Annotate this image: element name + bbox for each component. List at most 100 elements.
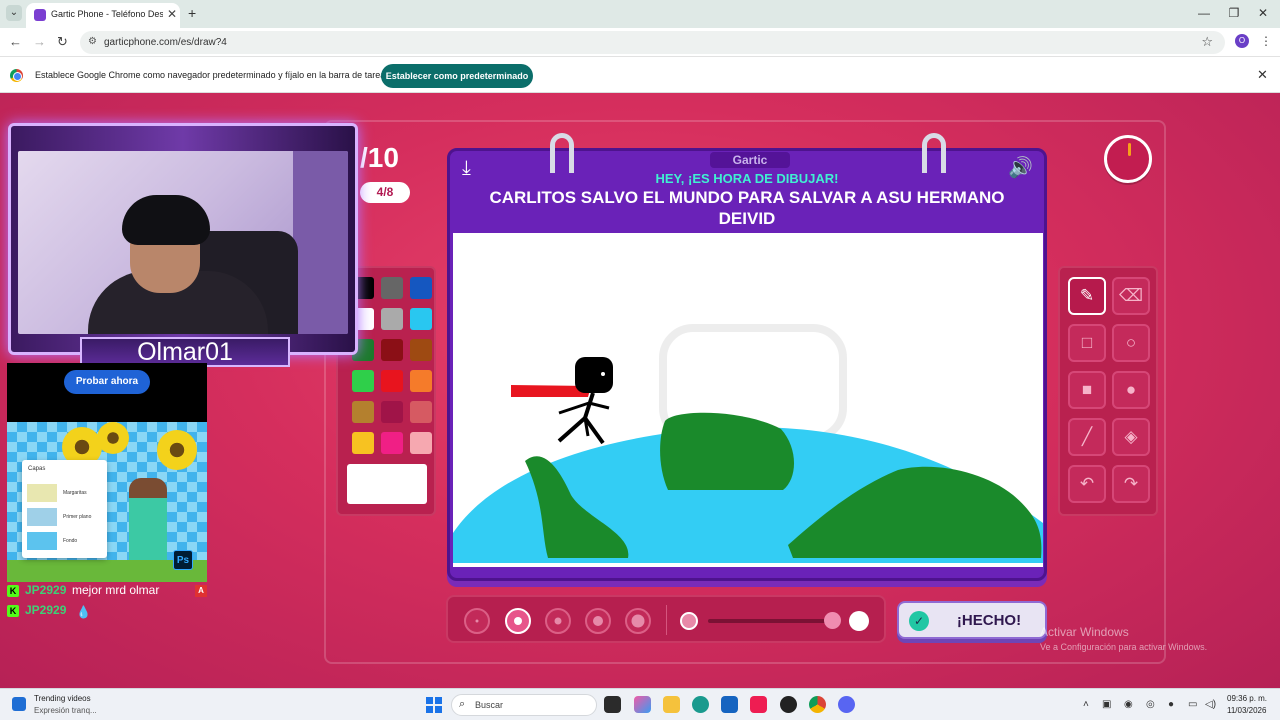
forward-icon[interactable]: → xyxy=(33,34,46,49)
brush-size-1[interactable] xyxy=(464,608,490,634)
color-swatch[interactable] xyxy=(381,339,403,361)
search-icon: ⌕ xyxy=(459,698,466,710)
reload-icon[interactable]: ↻ xyxy=(57,34,68,50)
task-view-icon[interactable] xyxy=(604,696,621,713)
chrome-menu-icon[interactable]: ⋮ xyxy=(1260,34,1272,48)
new-tab-icon[interactable]: + xyxy=(188,5,196,21)
color-swatch[interactable] xyxy=(381,432,403,454)
browser-tab[interactable]: Gartic Phone - Teléfono Descon ✕ xyxy=(26,3,180,28)
brush-size-4[interactable] xyxy=(585,608,611,634)
chrome-taskbar-icon[interactable] xyxy=(809,696,826,713)
layers-chip: Capas xyxy=(24,462,66,477)
line-icon[interactable]: ╱ xyxy=(1068,418,1106,456)
windows-taskbar: Trending videos Expresión tranq... ⌕ Bus… xyxy=(0,688,1280,720)
taskbar-search[interactable]: ⌕ Buscar xyxy=(451,694,597,716)
opacity-slider[interactable] xyxy=(708,619,828,623)
volume-icon[interactable]: ◁) xyxy=(1205,699,1216,710)
pencil-icon[interactable]: ✎ xyxy=(1068,277,1106,315)
color-swatch[interactable] xyxy=(381,277,403,299)
try-now-button[interactable]: Probar ahora xyxy=(64,370,150,394)
file-explorer-icon[interactable] xyxy=(663,696,680,713)
bucket-icon[interactable]: ◈ xyxy=(1112,418,1150,456)
color-swatch[interactable] xyxy=(352,401,374,423)
tab-strip: ⌄ Gartic Phone - Teléfono Descon ✕ + — ❐… xyxy=(0,0,1280,28)
bookmark-star-icon[interactable]: ☆ xyxy=(1201,34,1213,50)
brush-size-3[interactable] xyxy=(545,608,571,634)
edge-icon[interactable] xyxy=(692,696,709,713)
news-title[interactable]: Trending videos xyxy=(34,694,91,703)
minimize-icon[interactable]: — xyxy=(1194,6,1214,20)
kick-badge-icon: K xyxy=(7,605,19,617)
discord-icon[interactable] xyxy=(838,696,855,713)
binder-ring-left xyxy=(550,133,574,173)
ad-person xyxy=(129,478,167,568)
prompt-sentence: CARLITOS SALVO EL MUNDO PARA SALVAR A AS… xyxy=(489,188,1005,228)
address-bar[interactable]: ⚙ garticphone.com/es/draw?4 ☆ xyxy=(80,31,1225,54)
layer-row: Margaritas xyxy=(27,484,107,504)
photoshop-ad[interactable]: Capas Margaritas Primer plano Fondo Ps xyxy=(7,422,207,582)
brush-size-5[interactable] xyxy=(625,608,651,634)
tab-search-icon[interactable]: ⌄ xyxy=(6,5,22,21)
clock-time[interactable]: 09:36 p. m. xyxy=(1227,694,1267,703)
close-window-icon[interactable]: ✕ xyxy=(1253,6,1273,20)
tray-app-icon[interactable]: ◎ xyxy=(1146,699,1155,710)
chat-text: mejor mrd olmar xyxy=(72,583,160,597)
progress-pill: 4/8 xyxy=(360,182,410,203)
binder-ring-right xyxy=(922,133,946,173)
color-swatch[interactable] xyxy=(381,308,403,330)
color-swatch[interactable] xyxy=(352,370,374,392)
round-counter: /10 xyxy=(360,142,399,173)
drawing-card: Gartic ⤓ 🔊 HEY, ¡ES HORA DE DIBUJAR! CAR… xyxy=(447,133,1047,581)
restore-icon[interactable]: ❐ xyxy=(1224,6,1244,20)
watermark-title: Activar Windows xyxy=(1040,625,1129,639)
tray-app-icon[interactable]: ▣ xyxy=(1102,699,1111,710)
tray-chevron-icon[interactable]: ˄ xyxy=(1083,699,1089,710)
tray-app-icon[interactable]: ◉ xyxy=(1124,699,1133,710)
tiktok-icon[interactable] xyxy=(750,696,767,713)
infobar-close-icon[interactable]: ✕ xyxy=(1257,67,1268,83)
drawing xyxy=(453,324,1043,563)
color-swatch[interactable] xyxy=(381,370,403,392)
chat-message: K JP2929 💧 xyxy=(7,602,207,622)
news-widget-icon[interactable] xyxy=(12,697,26,711)
divider xyxy=(666,605,667,635)
circle-outline-icon[interactable]: ○ xyxy=(1112,324,1150,362)
circle-fill-icon[interactable]: ● xyxy=(1112,371,1150,409)
color-swatch[interactable] xyxy=(410,401,432,423)
display-icon[interactable]: ▭ xyxy=(1188,699,1197,710)
color-swatch[interactable] xyxy=(410,277,432,299)
search-placeholder: Buscar xyxy=(475,700,504,710)
color-swatch[interactable] xyxy=(410,432,432,454)
color-swatch[interactable] xyxy=(410,370,432,392)
done-button[interactable]: ✓ ¡HECHO! xyxy=(897,601,1047,639)
kick-badge-icon: K xyxy=(7,585,19,597)
windows-start-icon[interactable] xyxy=(426,697,442,713)
emote-icon: 💧 xyxy=(76,605,91,619)
clock-date[interactable]: 11/03/2026 xyxy=(1227,706,1266,715)
profile-avatar[interactable]: O xyxy=(1235,34,1249,48)
site-info-icon[interactable]: ⚙ xyxy=(88,36,97,47)
tab-title: Gartic Phone - Teléfono Descon xyxy=(51,9,163,19)
app-icon[interactable] xyxy=(780,696,797,713)
color-swatch[interactable] xyxy=(410,308,432,330)
redo-icon[interactable]: ↷ xyxy=(1112,465,1150,503)
rectangle-fill-icon[interactable]: ■ xyxy=(1068,371,1106,409)
moderator-badge-icon: A xyxy=(195,585,207,597)
store-icon[interactable] xyxy=(721,696,738,713)
tab-close-icon[interactable]: ✕ xyxy=(167,7,177,21)
copilot-icon[interactable] xyxy=(634,696,651,713)
color-swatch[interactable] xyxy=(381,401,403,423)
color-swatch[interactable] xyxy=(410,339,432,361)
rectangle-outline-icon[interactable]: □ xyxy=(1068,324,1106,362)
eraser-icon[interactable]: ⌫ xyxy=(1112,277,1150,315)
windows-activation-watermark: Activar Windows Ve a Configuración para … xyxy=(1040,625,1207,652)
color-swatch[interactable] xyxy=(352,432,374,454)
set-default-button[interactable]: Establecer como predeterminado xyxy=(381,64,533,88)
undo-icon[interactable]: ↶ xyxy=(1068,465,1106,503)
opacity-slider-thumb[interactable] xyxy=(824,612,841,629)
brush-size-2[interactable] xyxy=(505,608,531,634)
gartic-favicon-icon xyxy=(34,9,46,21)
microphone-icon[interactable]: ● xyxy=(1168,699,1174,710)
back-icon[interactable]: ← xyxy=(9,34,22,49)
drawing-canvas[interactable] xyxy=(453,233,1043,567)
